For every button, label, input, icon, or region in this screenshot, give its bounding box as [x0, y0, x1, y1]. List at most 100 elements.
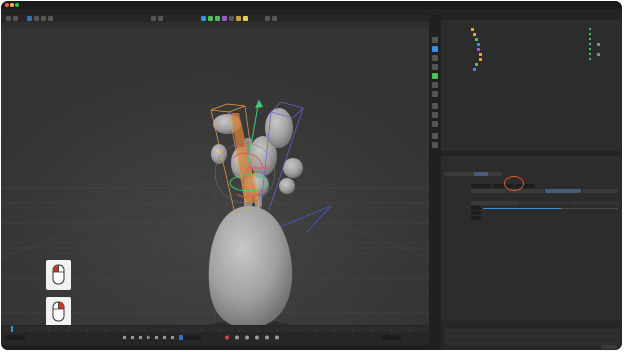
- render-settings-icon[interactable]: [158, 16, 163, 21]
- vector-field-x[interactable]: [471, 184, 491, 188]
- loop-icon[interactable]: [179, 335, 183, 340]
- joint-icon: [479, 58, 482, 61]
- option-button-active[interactable]: [545, 189, 581, 193]
- generator-icon[interactable]: [215, 16, 220, 21]
- option-button-active[interactable]: [471, 201, 519, 205]
- light-icon[interactable]: [243, 16, 248, 21]
- sub-tab[interactable]: [456, 172, 476, 176]
- apply-button[interactable]: [601, 345, 617, 349]
- polygon-object-icon: [477, 43, 480, 46]
- visibility-dot[interactable]: [589, 58, 591, 60]
- object-flags: [589, 28, 600, 60]
- visibility-dot[interactable]: [589, 28, 591, 30]
- transport-controls: [1, 333, 431, 342]
- object-tree-icons: [471, 28, 482, 71]
- camera-icon[interactable]: [236, 16, 241, 21]
- edges-mode-icon[interactable]: [432, 64, 438, 70]
- viewport-3d[interactable]: [1, 28, 429, 327]
- mouse-hint-left-click: [46, 260, 71, 290]
- keyframe-icon[interactable]: [245, 335, 249, 340]
- render-icon[interactable]: [151, 16, 156, 21]
- joint-icon: [479, 53, 482, 56]
- mouse-left-click-icon: [52, 264, 65, 285]
- visibility-dot[interactable]: [589, 38, 591, 40]
- keyframe-icon[interactable]: [275, 335, 279, 340]
- deformer-icon[interactable]: [222, 16, 227, 21]
- generator-icon: [475, 63, 478, 66]
- joint-icon: [473, 33, 476, 36]
- play-icon[interactable]: [147, 335, 151, 340]
- uv-mode-icon[interactable]: [432, 82, 438, 88]
- number-field[interactable]: [471, 211, 481, 215]
- polygons-mode-icon[interactable]: [432, 73, 438, 79]
- tag-icon[interactable]: [597, 53, 600, 56]
- visibility-dot[interactable]: [589, 33, 591, 35]
- coord-row: [445, 328, 620, 333]
- scale-tool-icon[interactable]: [41, 16, 46, 21]
- rotate-tool-icon[interactable]: [48, 16, 53, 21]
- model-mode-icon[interactable]: [432, 37, 438, 43]
- texture-mode-icon[interactable]: [432, 103, 438, 109]
- zoom-window-button[interactable]: [15, 3, 19, 7]
- status-bar: [1, 345, 431, 350]
- workplane-icon[interactable]: [432, 121, 438, 127]
- keyframe-icon[interactable]: [255, 335, 259, 340]
- objects-menu-bar: [441, 20, 622, 25]
- object-mode-icon[interactable]: [432, 46, 438, 52]
- field-icon[interactable]: [229, 16, 234, 21]
- coord-row: [445, 334, 620, 339]
- attributes-panel: [441, 151, 622, 321]
- spline-icon[interactable]: [208, 16, 213, 21]
- minimize-window-button[interactable]: [10, 3, 14, 7]
- prev-frame-icon[interactable]: [139, 336, 142, 339]
- polygon-object-icon: [473, 68, 476, 71]
- move-tool-icon[interactable]: [34, 16, 39, 21]
- tag-icon[interactable]: [597, 43, 600, 46]
- record-icon[interactable]: [225, 335, 229, 340]
- visibility-dot[interactable]: [589, 53, 591, 55]
- undo-icon[interactable]: [6, 16, 11, 21]
- solo-icon[interactable]: [432, 133, 438, 139]
- option-button[interactable]: [582, 189, 618, 193]
- app-window: [1, 1, 622, 350]
- timeline-ruler[interactable]: [3, 326, 429, 332]
- number-field[interactable]: [471, 206, 481, 210]
- select-tool-icon[interactable]: [27, 16, 32, 21]
- option-button[interactable]: [521, 201, 569, 205]
- visibility-dot[interactable]: [589, 43, 591, 45]
- coordinates-panel: [441, 321, 622, 350]
- option-button[interactable]: [571, 201, 619, 205]
- keyframe-icon[interactable]: [265, 335, 269, 340]
- transport-buttons: [123, 335, 279, 340]
- sub-tab[interactable]: [488, 172, 502, 176]
- axis-icon[interactable]: [272, 16, 277, 21]
- axis-mode-icon[interactable]: [432, 91, 438, 97]
- points-mode-icon[interactable]: [432, 55, 438, 61]
- right-tool-palette: [429, 15, 441, 350]
- main-toolbar: [1, 15, 431, 22]
- slider-fill: [483, 207, 562, 209]
- close-window-button[interactable]: [5, 3, 9, 7]
- option-button[interactable]: [471, 189, 507, 193]
- go-to-end-icon[interactable]: [171, 336, 174, 339]
- coord-row: [445, 340, 620, 345]
- snap-icon[interactable]: [265, 16, 270, 21]
- objects-panel: [441, 15, 622, 151]
- mouse-hint-right-click: [46, 297, 71, 327]
- generator-icon: [475, 38, 478, 41]
- slider-track[interactable]: [483, 207, 618, 209]
- visibility-dot[interactable]: [589, 48, 591, 50]
- null-icon: [471, 28, 474, 31]
- prev-key-icon[interactable]: [131, 336, 134, 339]
- redo-icon[interactable]: [13, 16, 18, 21]
- auto-key-icon[interactable]: [235, 335, 239, 340]
- next-key-icon[interactable]: [163, 336, 166, 339]
- title-bar: [1, 1, 622, 9]
- number-field[interactable]: [471, 216, 481, 220]
- viewport-solo-icon[interactable]: [432, 142, 438, 148]
- cube-icon[interactable]: [201, 16, 206, 21]
- playhead[interactable]: [11, 326, 13, 332]
- next-frame-icon[interactable]: [155, 336, 158, 339]
- snap-mode-icon[interactable]: [432, 112, 438, 118]
- go-to-start-icon[interactable]: [123, 336, 126, 339]
